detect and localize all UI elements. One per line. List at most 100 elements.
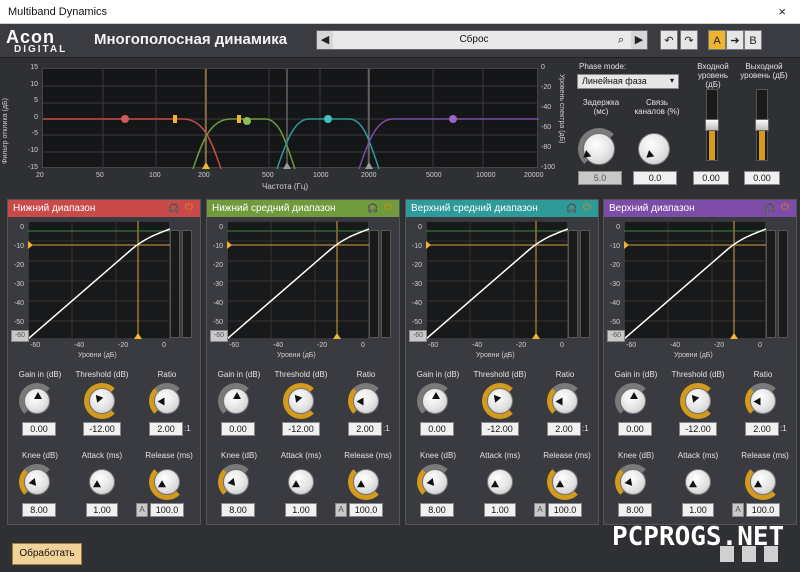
band-x-tick: -20: [317, 342, 328, 349]
ratio-value[interactable]: 2.00: [547, 422, 581, 436]
frequency-graph[interactable]: [42, 68, 539, 170]
gain-value[interactable]: 0.00: [221, 422, 255, 436]
release-value[interactable]: 100.0: [150, 503, 184, 517]
stop-icon[interactable]: [742, 546, 756, 562]
latency-value[interactable]: 5.0: [578, 171, 622, 185]
ratio-value[interactable]: 2.00: [745, 422, 779, 436]
play-icon[interactable]: [720, 546, 734, 562]
attack-value[interactable]: 1.00: [285, 503, 317, 517]
headphone-icon[interactable]: 🎧: [367, 203, 378, 213]
release-auto-button[interactable]: A: [335, 503, 347, 517]
preset-selector[interactable]: ◀ Сброс ⌕ ▶: [316, 30, 648, 50]
threshold-knob[interactable]: [288, 388, 314, 414]
input-level-value[interactable]: 0.00: [693, 171, 729, 185]
power-icon[interactable]: ⏻: [781, 203, 791, 213]
threshold-knob[interactable]: [89, 388, 115, 414]
knee-value[interactable]: 8.00: [221, 503, 255, 517]
search-icon[interactable]: ⌕: [613, 31, 629, 49]
ab-copy-button[interactable]: ➔: [726, 30, 744, 50]
output-level-slider[interactable]: [755, 119, 769, 131]
ratio-knob[interactable]: [353, 388, 379, 414]
transfer-curve[interactable]: [227, 221, 369, 339]
threshold-value[interactable]: -12.00: [282, 422, 320, 436]
headphone-icon[interactable]: 🎧: [764, 203, 775, 213]
release-knob[interactable]: [353, 469, 379, 495]
threshold-knob[interactable]: [487, 388, 513, 414]
headphone-icon[interactable]: 🎧: [566, 203, 577, 213]
threshold-knob[interactable]: [685, 388, 711, 414]
undo-button[interactable]: ↶: [660, 30, 678, 50]
channel-link-label: Связь каналов (%): [634, 98, 680, 116]
phase-mode-select[interactable]: Линейная фаза ▾: [577, 74, 679, 89]
settings-icon[interactable]: [764, 546, 778, 562]
attack-knob[interactable]: [487, 469, 513, 495]
release-knob[interactable]: [750, 469, 776, 495]
release-knob[interactable]: [552, 469, 578, 495]
ratio-value[interactable]: 2.00: [149, 422, 183, 436]
gain-label: Gain in (dB): [614, 370, 658, 379]
release-knob[interactable]: [154, 469, 180, 495]
threshold-value[interactable]: -12.00: [679, 422, 717, 436]
redo-button[interactable]: ↷: [680, 30, 698, 50]
gain-value[interactable]: 0.00: [420, 422, 454, 436]
headphone-icon[interactable]: 🎧: [168, 203, 179, 213]
attack-value[interactable]: 1.00: [86, 503, 118, 517]
knee-value[interactable]: 8.00: [618, 503, 652, 517]
release-value[interactable]: 100.0: [349, 503, 383, 517]
gain-value[interactable]: 0.00: [22, 422, 56, 436]
gain-knob[interactable]: [24, 388, 50, 414]
knee-value[interactable]: 8.00: [420, 503, 454, 517]
knee-knob[interactable]: [24, 469, 50, 495]
transfer-curve[interactable]: [624, 221, 766, 339]
process-button[interactable]: Обработать: [12, 543, 82, 565]
ratio-value[interactable]: 2.00: [348, 422, 382, 436]
gain-knob[interactable]: [422, 388, 448, 414]
power-icon[interactable]: ⏻: [384, 203, 394, 213]
gain-value[interactable]: 0.00: [618, 422, 652, 436]
graph-right-tick: -80: [541, 144, 552, 151]
frequency-graph-svg[interactable]: [43, 69, 539, 170]
power-icon[interactable]: ⏻: [583, 203, 593, 213]
knee-value[interactable]: 8.00: [22, 503, 56, 517]
release-auto-button[interactable]: A: [732, 503, 744, 517]
ratio-knob[interactable]: [552, 388, 578, 414]
input-level-meter[interactable]: [705, 89, 719, 161]
attack-knob[interactable]: [89, 469, 115, 495]
attack-value[interactable]: 1.00: [484, 503, 516, 517]
attack-value[interactable]: 1.00: [682, 503, 714, 517]
power-icon[interactable]: ⏻: [185, 203, 195, 213]
release-label: Release (ms): [741, 451, 789, 460]
threshold-value[interactable]: -12.00: [83, 422, 121, 436]
preset-name[interactable]: Сброс: [337, 31, 611, 49]
output-level-value[interactable]: 0.00: [744, 171, 780, 185]
input-level-slider[interactable]: [705, 119, 719, 131]
ab-b-button[interactable]: B: [744, 30, 762, 50]
output-level-meter[interactable]: [755, 89, 769, 161]
graph-left-axis-title: Фильтр отклика (дБ): [2, 98, 9, 164]
preset-prev-button[interactable]: ◀: [317, 31, 333, 49]
ab-a-button[interactable]: A: [708, 30, 726, 50]
knee-knob[interactable]: [422, 469, 448, 495]
band-corner-label: -60: [607, 330, 625, 342]
gain-knob[interactable]: [223, 388, 249, 414]
transfer-curve[interactable]: [28, 221, 170, 339]
release-value[interactable]: 100.0: [746, 503, 780, 517]
attack-knob[interactable]: [288, 469, 314, 495]
gain-knob[interactable]: [620, 388, 646, 414]
transfer-curve[interactable]: [426, 221, 568, 339]
release-auto-button[interactable]: A: [534, 503, 546, 517]
release-auto-button[interactable]: A: [136, 503, 148, 517]
preset-next-button[interactable]: ▶: [631, 31, 647, 49]
threshold-value[interactable]: -12.00: [481, 422, 519, 436]
latency-knob[interactable]: [580, 133, 615, 165]
attack-knob[interactable]: [685, 469, 711, 495]
ratio-knob[interactable]: [750, 388, 776, 414]
knee-knob[interactable]: [223, 469, 249, 495]
ratio-knob[interactable]: [154, 388, 180, 414]
knee-knob[interactable]: [620, 469, 646, 495]
band-levels-title: Уровни (дБ): [78, 352, 117, 359]
channel-link-value[interactable]: 0.0: [633, 171, 677, 185]
close-icon[interactable]: ×: [778, 4, 786, 19]
channel-link-knob[interactable]: [638, 133, 670, 165]
release-value[interactable]: 100.0: [548, 503, 582, 517]
